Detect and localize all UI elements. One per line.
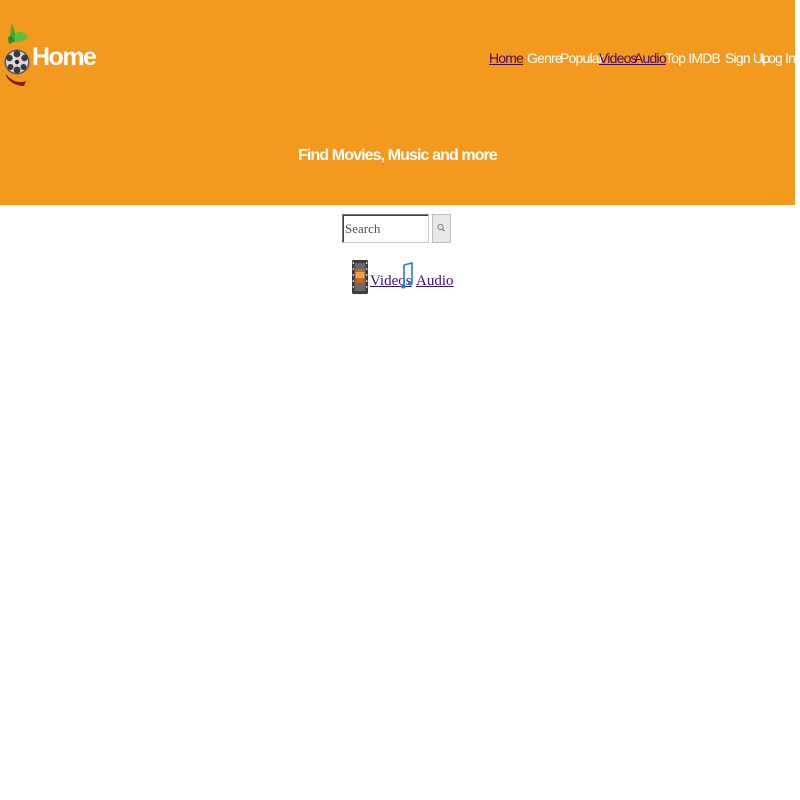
search-button[interactable] [432, 214, 451, 243]
nav-genre[interactable]: Genre [527, 49, 563, 67]
film-reel-logo-icon[interactable] [4, 24, 30, 86]
search-input[interactable] [342, 214, 429, 243]
nav-audio-link[interactable]: Audio [634, 49, 667, 67]
nav-videos-link[interactable]: Videos [599, 49, 638, 67]
nav-home-link[interactable]: Home [489, 49, 524, 67]
nav-top-imdb[interactable]: Top IMDB [665, 49, 721, 67]
home-brand-link[interactable]: Home [32, 40, 97, 74]
search-icon [437, 223, 446, 232]
tagline: Find Movies, Music and more [298, 147, 498, 164]
nav-popular[interactable]: Popular [560, 49, 603, 67]
nav-log-in[interactable]: Log In [761, 49, 796, 67]
film-strip-icon [352, 260, 368, 294]
audio-link[interactable]: Audio [416, 272, 454, 290]
music-note-icon [401, 262, 413, 289]
site-header: Home Home Genre Popular Videos Audio Top… [0, 0, 796, 205]
